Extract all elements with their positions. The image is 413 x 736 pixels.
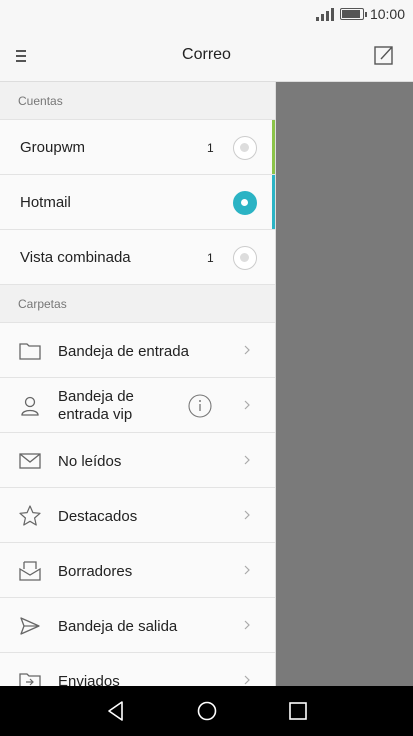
sent-folder-icon: [19, 673, 41, 686]
folder-row-inbox[interactable]: Bandeja de entrada: [0, 323, 275, 378]
send-icon: [20, 617, 40, 635]
folder-label: Borradores: [58, 563, 133, 580]
drawer-scrim[interactable]: [276, 82, 413, 686]
signal-icon: [315, 7, 334, 21]
account-radio[interactable]: [233, 136, 257, 160]
folder-label: Bandeja de salida: [58, 618, 178, 635]
account-row-hotmail[interactable]: Hotmail: [0, 175, 275, 230]
battery-icon: [339, 8, 367, 20]
folder-label: Enviados: [58, 673, 120, 686]
account-color-indicator: [272, 120, 275, 174]
envelope-icon: [19, 453, 41, 469]
folders-section-header: Carpetas: [0, 285, 275, 323]
recent-apps-icon[interactable]: [286, 699, 310, 723]
status-icons: 10:00: [315, 6, 405, 22]
system-navigation-bar: [0, 686, 413, 736]
folder-row-sent[interactable]: Enviados: [0, 653, 275, 686]
account-label: Hotmail: [20, 194, 71, 211]
folder-row-vip-inbox[interactable]: Bandeja de entrada vip: [0, 378, 275, 433]
chevron-right-icon: [244, 675, 250, 685]
status-bar: 10:00: [0, 0, 413, 30]
star-icon: [19, 505, 41, 526]
back-icon[interactable]: [104, 699, 128, 723]
folder-icon: [19, 343, 41, 360]
account-radio[interactable]: [233, 246, 257, 270]
chevron-right-icon: [244, 510, 250, 520]
navigation-drawer: Cuentas Groupwm 1 Hotmail Vista combinad…: [0, 82, 276, 686]
folder-row-outbox[interactable]: Bandeja de salida: [0, 598, 275, 653]
account-label: Groupwm: [20, 139, 86, 156]
folder-label: Bandeja de entrada vip: [58, 388, 134, 423]
app-bar: Correo: [0, 30, 413, 82]
account-label: Vista combinada: [20, 249, 131, 266]
unread-count: 1: [207, 251, 214, 265]
person-icon: [21, 396, 39, 416]
folder-row-starred[interactable]: Destacados: [0, 488, 275, 543]
folder-row-drafts[interactable]: Borradores: [0, 543, 275, 598]
draft-icon: [19, 561, 41, 581]
home-icon[interactable]: [195, 699, 219, 723]
folder-row-unread[interactable]: No leídos: [0, 433, 275, 488]
account-row-combined-view[interactable]: Vista combinada 1: [0, 230, 275, 285]
folder-label: Destacados: [58, 508, 138, 525]
chevron-right-icon: [244, 345, 250, 355]
folder-label: Bandeja de entrada: [58, 343, 189, 360]
account-color-indicator: [272, 175, 275, 229]
account-row-groupwm[interactable]: Groupwm 1: [0, 120, 275, 175]
status-time: 10:00: [369, 6, 405, 22]
chevron-right-icon: [244, 565, 250, 575]
info-icon[interactable]: [188, 394, 212, 418]
chevron-right-icon: [244, 400, 250, 410]
account-radio-selected[interactable]: [233, 191, 257, 215]
chevron-right-icon: [244, 620, 250, 630]
compose-icon[interactable]: [373, 44, 395, 66]
chevron-right-icon: [244, 455, 250, 465]
unread-count: 1: [207, 141, 214, 155]
page-title: Correo: [182, 46, 231, 63]
accounts-section-header: Cuentas: [0, 82, 275, 120]
folder-label: No leídos: [58, 453, 122, 470]
